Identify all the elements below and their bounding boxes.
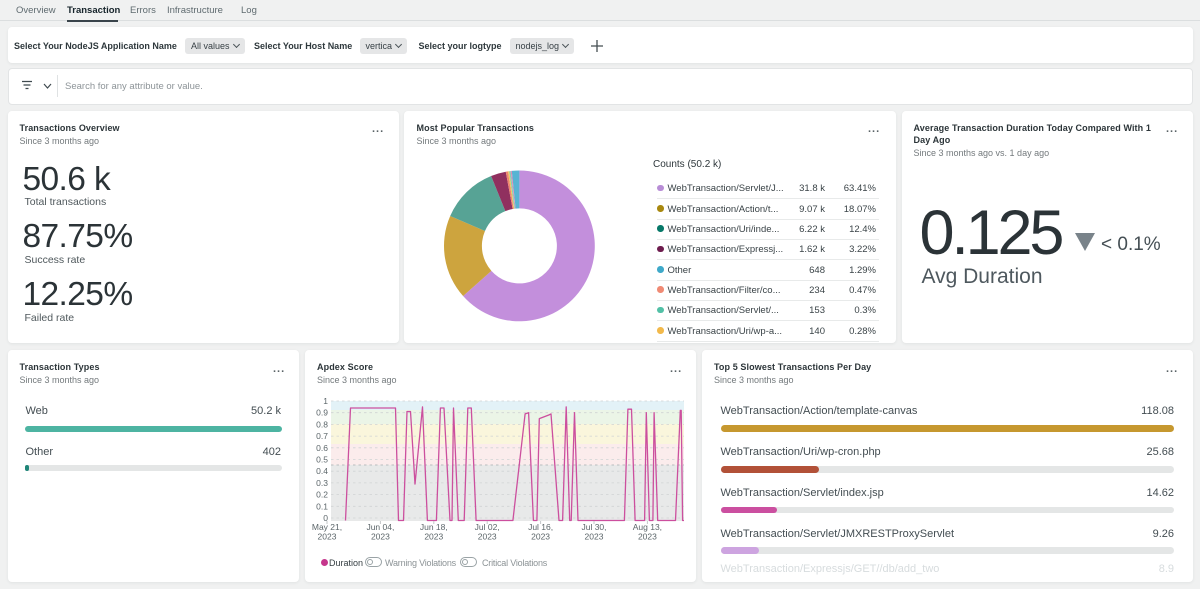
svg-text:2023: 2023 xyxy=(531,532,550,542)
svg-text:2023: 2023 xyxy=(371,532,390,542)
svg-text:Jul 02,: Jul 02, xyxy=(475,522,500,532)
svg-text:0.2: 0.2 xyxy=(316,490,328,500)
svg-text:Jun 18,: Jun 18, xyxy=(420,522,448,532)
svg-text:0.6: 0.6 xyxy=(316,443,328,453)
svg-text:Jul 16,: Jul 16, xyxy=(528,522,553,532)
svg-text:May 21,: May 21, xyxy=(312,522,342,532)
svg-text:0.7: 0.7 xyxy=(316,431,328,441)
svg-text:0.5: 0.5 xyxy=(316,455,328,465)
svg-text:0.9: 0.9 xyxy=(316,408,328,418)
svg-text:Aug 13,: Aug 13, xyxy=(633,522,662,532)
svg-text:0.4: 0.4 xyxy=(316,466,328,476)
svg-text:2023: 2023 xyxy=(585,532,604,542)
svg-text:0.8: 0.8 xyxy=(316,419,328,429)
svg-text:0.1: 0.1 xyxy=(316,501,328,511)
svg-text:Jun 04,: Jun 04, xyxy=(366,522,394,532)
svg-text:0.3: 0.3 xyxy=(316,478,328,488)
svg-text:2023: 2023 xyxy=(318,532,337,542)
svg-text:2023: 2023 xyxy=(424,532,443,542)
svg-text:Jul 30,: Jul 30, xyxy=(581,522,606,532)
svg-text:1: 1 xyxy=(323,396,328,406)
svg-text:2023: 2023 xyxy=(478,532,497,542)
svg-text:2023: 2023 xyxy=(638,532,657,542)
